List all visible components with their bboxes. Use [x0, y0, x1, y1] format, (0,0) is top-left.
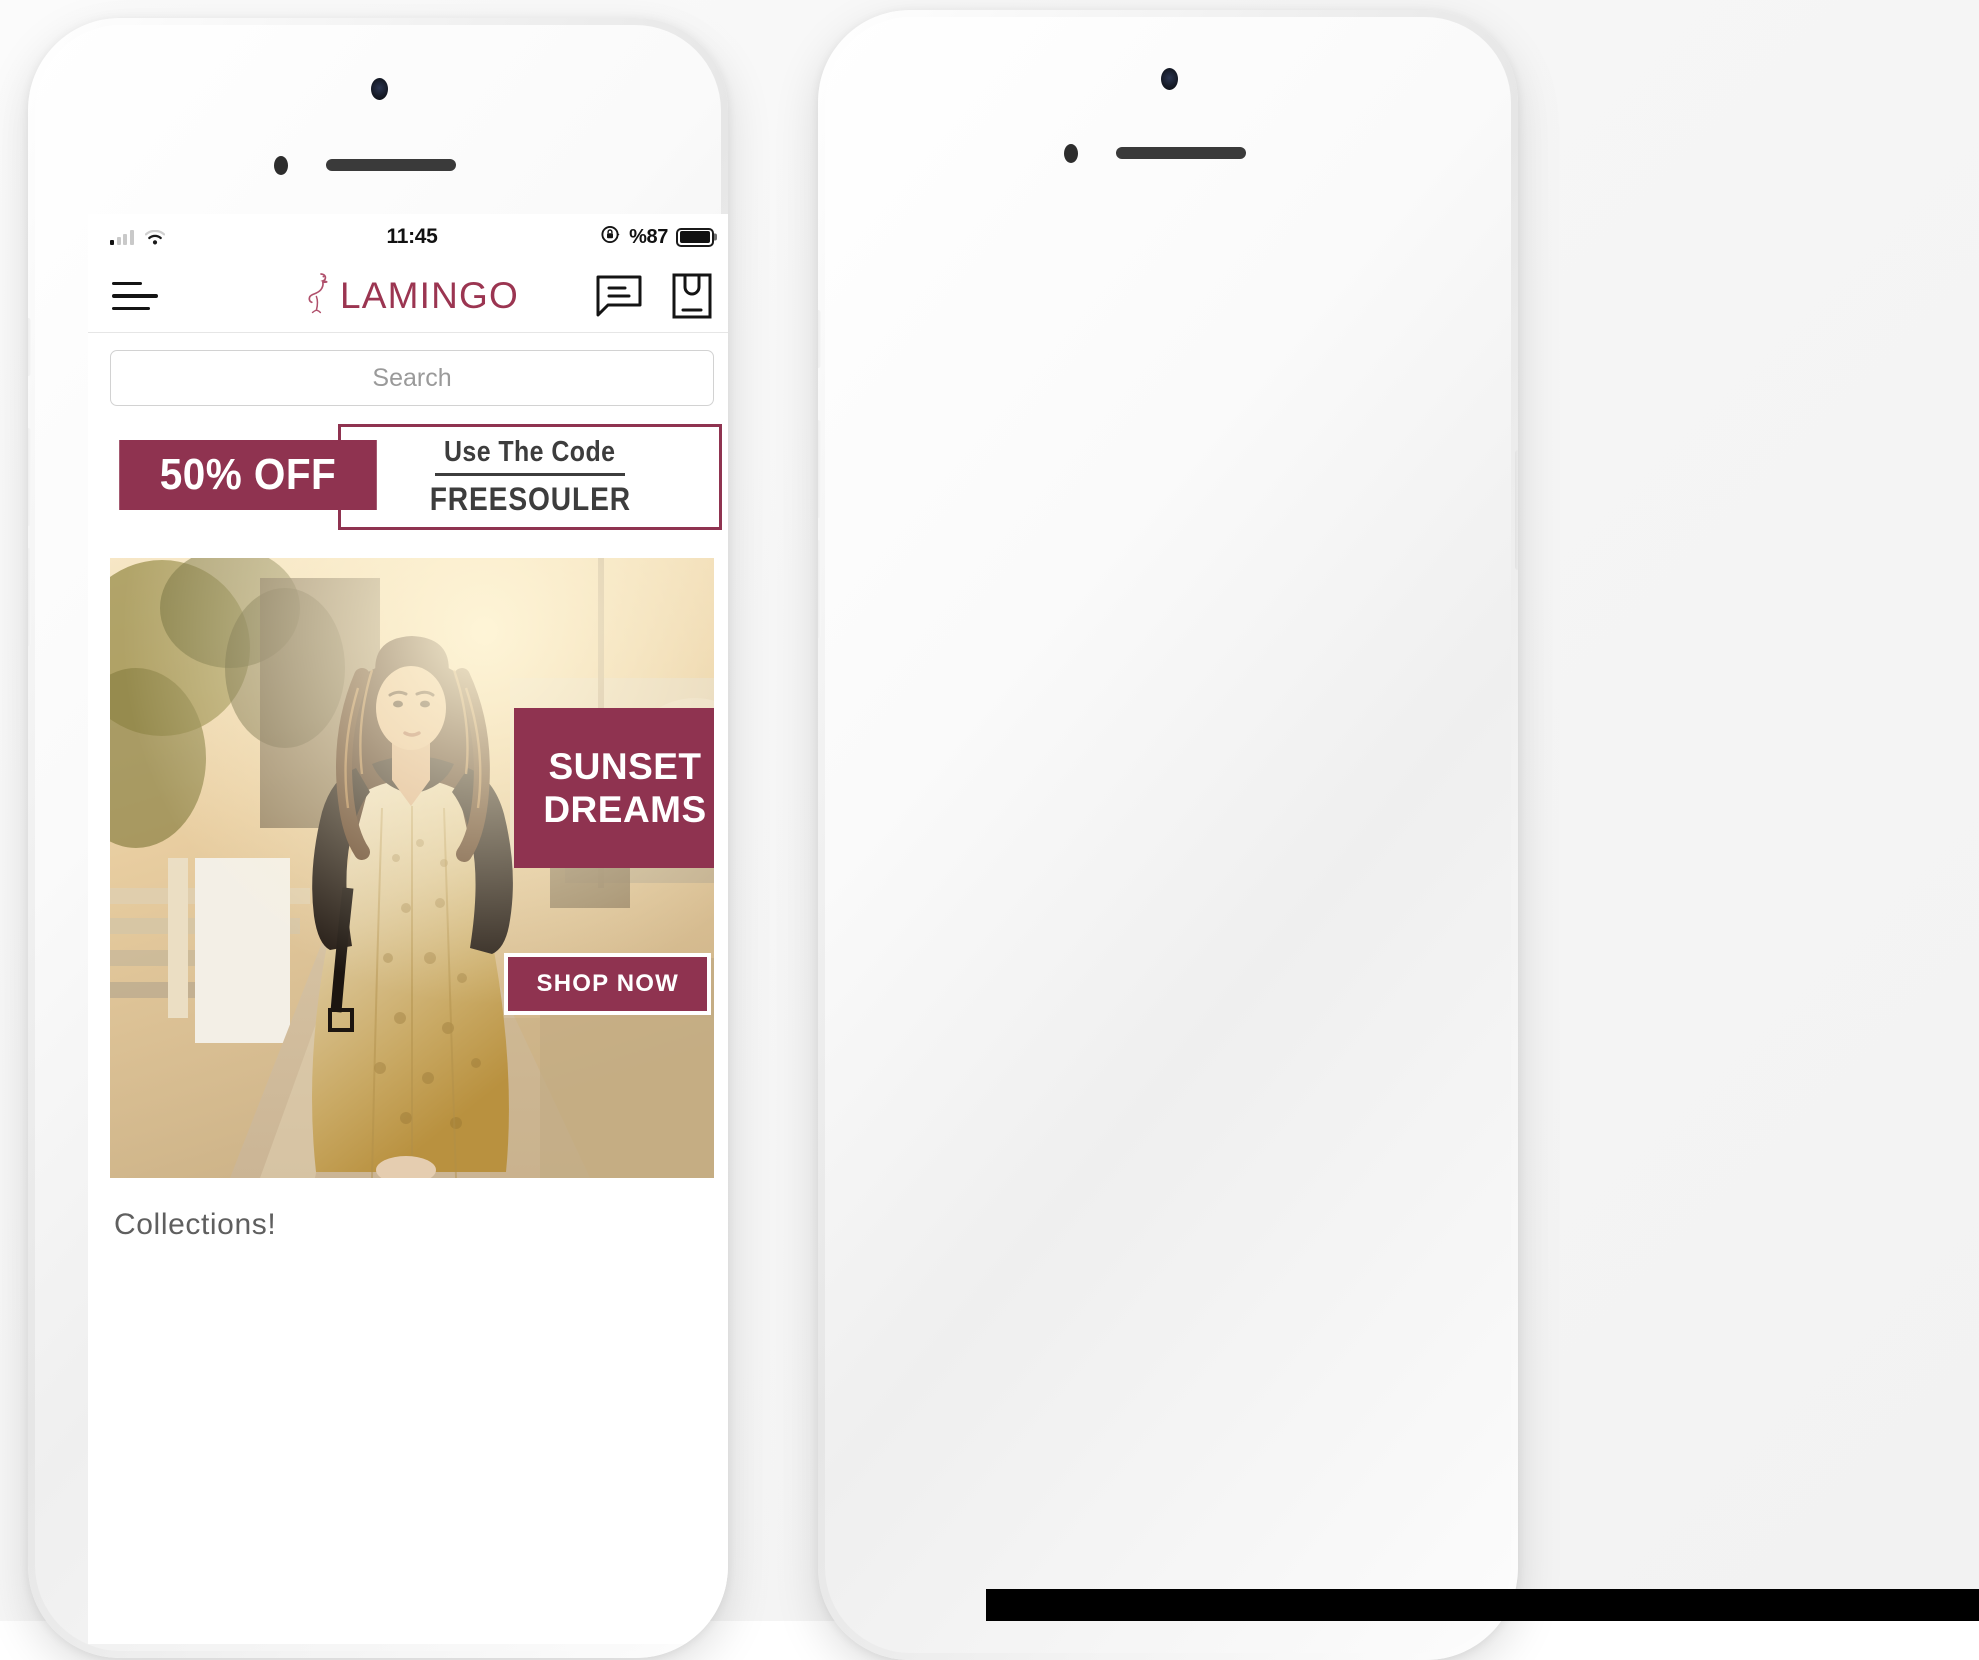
promo-banner[interactable]: Use The Code FREESOULER 50% OFF [88, 420, 728, 544]
earpiece-speaker [1116, 147, 1246, 159]
status-bar-right: %87 [600, 224, 714, 250]
hamburger-menu-icon[interactable] [112, 281, 158, 311]
volume-up-button-right[interactable] [818, 420, 821, 518]
shopping-bag-icon[interactable] [672, 273, 712, 319]
earpiece-speaker [326, 159, 456, 171]
sensor-cluster [28, 18, 728, 214]
hero-title-line2: DREAMS [543, 789, 707, 830]
volume-down-button[interactable] [28, 548, 31, 646]
promo-code-value: FREESOULER [429, 481, 631, 517]
phone-device-right: 11:45 %87 AMAZONIA [818, 10, 1518, 1660]
status-bar: 11:45 %87 [88, 214, 728, 260]
hero-photo-sunset-dreams [110, 558, 714, 1178]
chat-bubble-icon[interactable] [596, 275, 642, 317]
sensor-cluster-right [818, 10, 1518, 206]
front-camera-icon [1161, 68, 1178, 90]
volume-down-button-right[interactable] [818, 540, 821, 638]
wifi-icon [144, 229, 165, 245]
bottom-black-bar [986, 1589, 1979, 1621]
brand-name: LAMINGO [339, 275, 520, 316]
volume-up-button[interactable] [28, 428, 31, 526]
proximity-sensor-icon [274, 156, 288, 175]
promo-discount-badge: 50% OFF [119, 440, 377, 510]
search-section: Search [88, 333, 728, 420]
promo-code-box: Use The Code FREESOULER [338, 424, 722, 530]
cellular-signal-icon [110, 229, 134, 245]
search-input[interactable]: Search [110, 350, 714, 406]
shop-now-button-left[interactable]: SHOP NOW [504, 953, 711, 1015]
promo-divider [435, 473, 625, 476]
rotation-lock-icon [600, 224, 621, 250]
status-bar-left [110, 229, 165, 245]
mute-switch[interactable] [28, 318, 31, 376]
collections-heading: Collections! [114, 1208, 277, 1241]
battery-icon [676, 227, 714, 247]
hero-title-badge: SUNSET DREAMS [514, 708, 714, 868]
app-bar-actions [596, 273, 712, 319]
hero-banner-left[interactable]: SUNSET DREAMS SHOP NOW [110, 558, 714, 1178]
front-camera-icon [371, 78, 388, 100]
mute-switch-right[interactable] [818, 310, 821, 368]
flamingo-icon [305, 269, 333, 324]
promo-code-label: Use The Code [444, 436, 616, 468]
phone-device-left: 11:45 %87 LAMINGO Search Use The Code FR… [28, 18, 728, 1658]
proximity-sensor-icon [1064, 144, 1078, 163]
power-button-right[interactable] [1515, 450, 1518, 570]
phone-screen-left: 11:45 %87 LAMINGO Search Use The Code FR… [88, 214, 728, 1644]
app-bar: LAMINGO [88, 260, 728, 333]
hero-title-line1: SUNSET [548, 746, 702, 787]
battery-percent-label: %87 [629, 225, 668, 248]
